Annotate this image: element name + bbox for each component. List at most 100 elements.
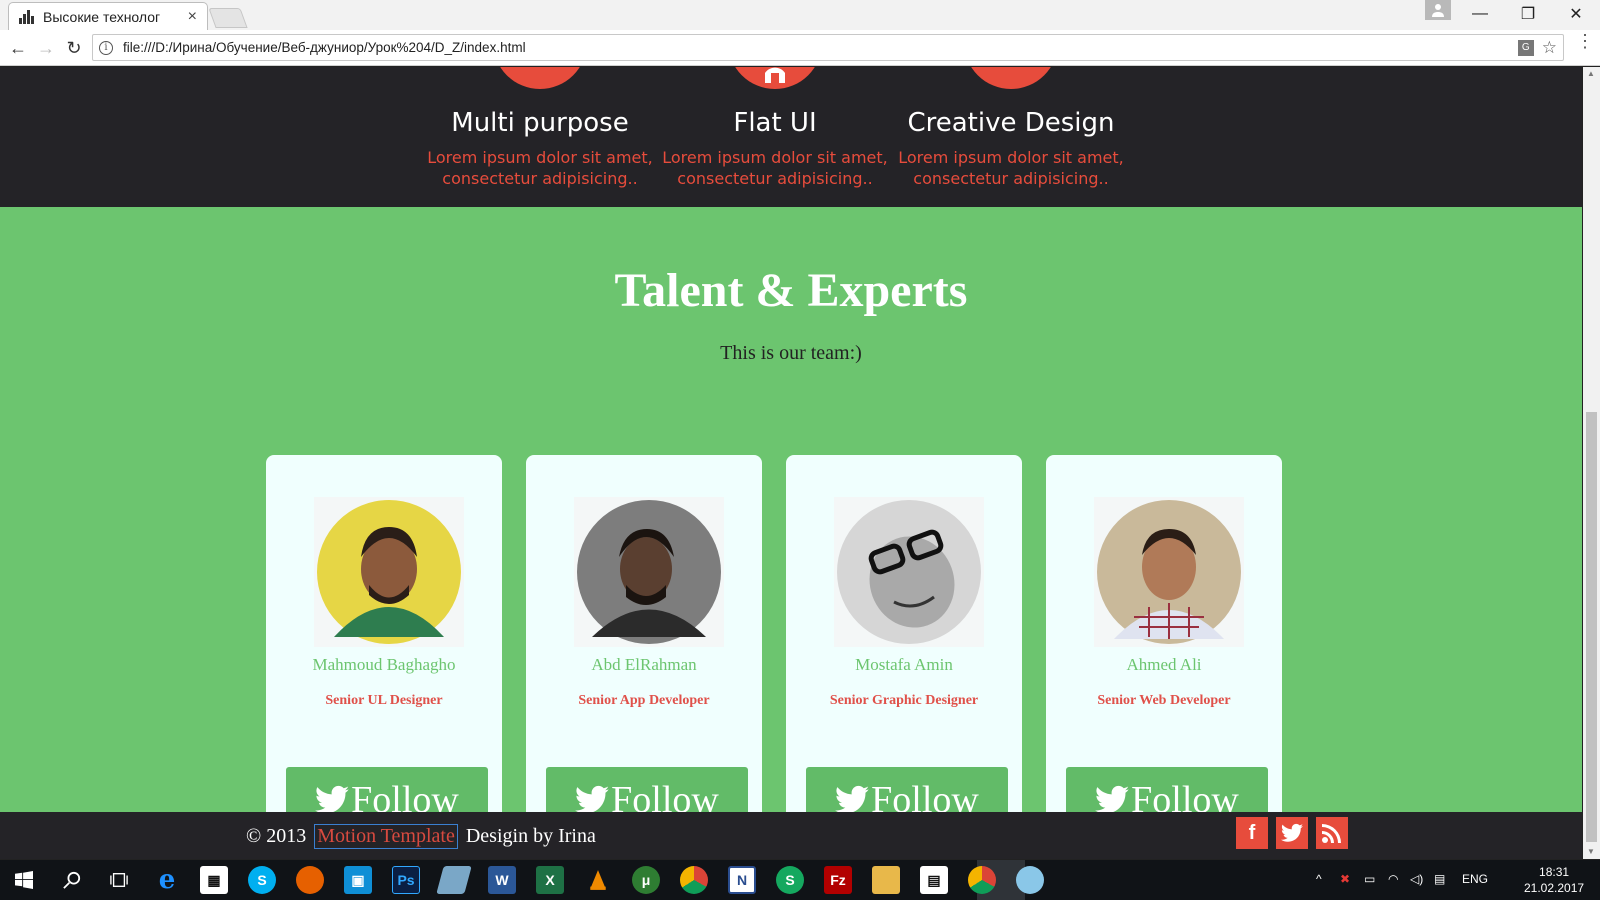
twitter-icon [1095,785,1130,814]
url-field[interactable]: i file:///D:/Ирина/Обучение/Веб-джуниор/… [92,34,1564,61]
edge-icon[interactable]: e [153,865,181,895]
forward-button[interactable]: → [34,36,58,60]
battery-icon[interactable]: ▭ [1364,872,1375,886]
scroll-up-icon[interactable]: ▲ [1587,69,1595,78]
twitter-icon [1281,823,1303,842]
team-card: Mostafa Amin Senior Graphic Designer Fol… [786,455,1022,859]
member-role: Senior Graphic Designer [829,693,979,708]
notification-icon[interactable]: ▤ [1434,872,1445,886]
credit: Desigin by Irina [465,825,596,847]
minimize-button[interactable]: — [1456,0,1504,28]
clock-time: 18:31 [1539,865,1570,879]
clock[interactable]: 18:31 21.02.2017 [1524,864,1584,896]
motion-template-link[interactable]: Motion Template [314,824,458,849]
feature-circle-icon [493,67,587,89]
filezilla-icon[interactable]: Fz [824,866,852,894]
member-avatar [1094,497,1244,647]
facebook-button[interactable]: f [1236,817,1268,849]
page-scrollbar[interactable]: ▲ ▼ [1583,67,1600,859]
tray-chevron-icon[interactable]: ^ [1316,872,1322,886]
feature-circle-icon [964,67,1058,89]
tab-title: Высокие технолог [43,8,161,25]
chart-favicon-icon [19,9,37,24]
notepad-icon[interactable]: N [728,866,756,894]
tab-close-icon[interactable]: × [188,8,197,26]
paint-icon[interactable] [1016,866,1044,894]
browser-tab-strip: Высокие технолог × — ❐ ✕ [0,0,1600,30]
page-footer: © 2013 Motion Template Desigin by Irina … [0,812,1582,859]
s-app-icon[interactable]: S [776,866,804,894]
scroll-down-icon[interactable]: ▼ [1587,847,1595,856]
footer-text: © 2013 Motion Template Desigin by Irina [246,824,596,849]
file-explorer-icon[interactable] [872,866,900,894]
member-name: Abd ElRahman [591,655,697,674]
twitter-icon [575,785,610,814]
scrollbar-thumb[interactable] [1586,412,1597,842]
member-name: Ahmed Ali [1126,655,1202,674]
excel-icon[interactable]: X [536,866,564,894]
word-icon[interactable]: W [488,866,516,894]
profile-button[interactable] [1425,0,1451,20]
team-card: Ahmed Ali Senior Web Developer Follow [1046,455,1282,859]
features-section: Multi purpose Lorem ipsum dolor sit amet… [0,67,1582,207]
feature-text: Lorem ipsum dolor sit amet, consectetur … [662,148,888,188]
member-role: Senior UL Designer [325,693,443,708]
volume-icon[interactable]: ◁) [1410,872,1423,886]
chrome-icon[interactable] [680,866,708,894]
twitter-icon [835,785,870,814]
person-icon [1432,4,1444,17]
rss-button[interactable] [1316,817,1348,849]
notes-app-icon[interactable] [436,866,472,894]
new-tab-button[interactable] [208,8,248,28]
clock-date: 21.02.2017 [1524,881,1585,895]
window-close-button[interactable]: ✕ [1552,0,1600,28]
team-section: Talent & Experts This is our team:) Mahm… [0,207,1582,859]
feature-title: Flat UI [733,108,817,138]
translate-icon[interactable]: G [1517,39,1534,56]
member-role: Senior App Developer [578,693,710,708]
feature-text: Lorem ipsum dolor sit amet, consectetur … [427,148,653,188]
address-bar: ← → ↻ i file:///D:/Ирина/Обучение/Веб-дж… [0,30,1600,66]
member-name: Mahmoud Baghagho [312,655,456,674]
rss-icon [1322,824,1341,843]
feature-title: Multi purpose [451,108,629,138]
team-card: Abd ElRahman Senior App Developer Follow [526,455,762,859]
team-title: Talent & Experts [614,264,968,317]
team-card: Mahmoud Baghagho Senior UL Designer Foll… [266,455,502,859]
info-icon[interactable]: i [99,40,113,55]
photo-app-icon[interactable]: ▣ [344,866,372,894]
feature-text: Lorem ipsum dolor sit amet, consectetur … [898,148,1124,188]
firefox-icon[interactable] [296,866,324,894]
taskbar: e ▦ S ▣ Ps W X μ N S Fz ▤ ^ ✖ ▭ ◠ ◁) ▤ E… [0,860,1600,900]
member-avatar [574,497,724,647]
windows-start-icon[interactable] [10,866,38,894]
feature-circle-icon [728,67,822,89]
facebook-icon: f [1248,821,1256,844]
wifi-icon[interactable]: ◠ [1388,872,1398,886]
browser-tab[interactable]: Высокие технолог × [8,2,208,30]
url-text[interactable]: file:///D:/Ирина/Обучение/Веб-джуниор/Ур… [123,40,1518,55]
restore-button[interactable]: ❐ [1504,0,1552,28]
reload-button[interactable]: ↻ [62,36,86,60]
twitter-icon [315,785,350,814]
video-editor-icon[interactable]: ▤ [920,866,948,894]
member-avatar [314,497,464,647]
back-button[interactable]: ← [6,36,30,60]
bookmark-star-icon[interactable]: ☆ [1542,38,1557,58]
twitter-button[interactable] [1276,817,1308,849]
browser-menu-icon[interactable]: ⋮ [1576,32,1594,50]
language-indicator[interactable]: ENG [1462,872,1488,886]
member-role: Senior Web Developer [1097,693,1231,708]
search-icon[interactable] [58,866,86,894]
feature-title: Creative Design [907,108,1115,138]
skype-icon[interactable]: S [248,866,276,894]
copyright: © 2013 [246,825,307,847]
chrome-active-icon[interactable] [968,866,996,894]
vlc-icon[interactable] [584,866,612,894]
team-subtitle: This is our team:) [720,342,862,364]
task-view-icon[interactable] [105,866,133,894]
utorrent-icon[interactable]: μ [632,866,660,894]
store-icon[interactable]: ▦ [200,866,228,894]
antivirus-icon[interactable]: ✖ [1340,872,1350,886]
photoshop-icon[interactable]: Ps [392,866,420,894]
